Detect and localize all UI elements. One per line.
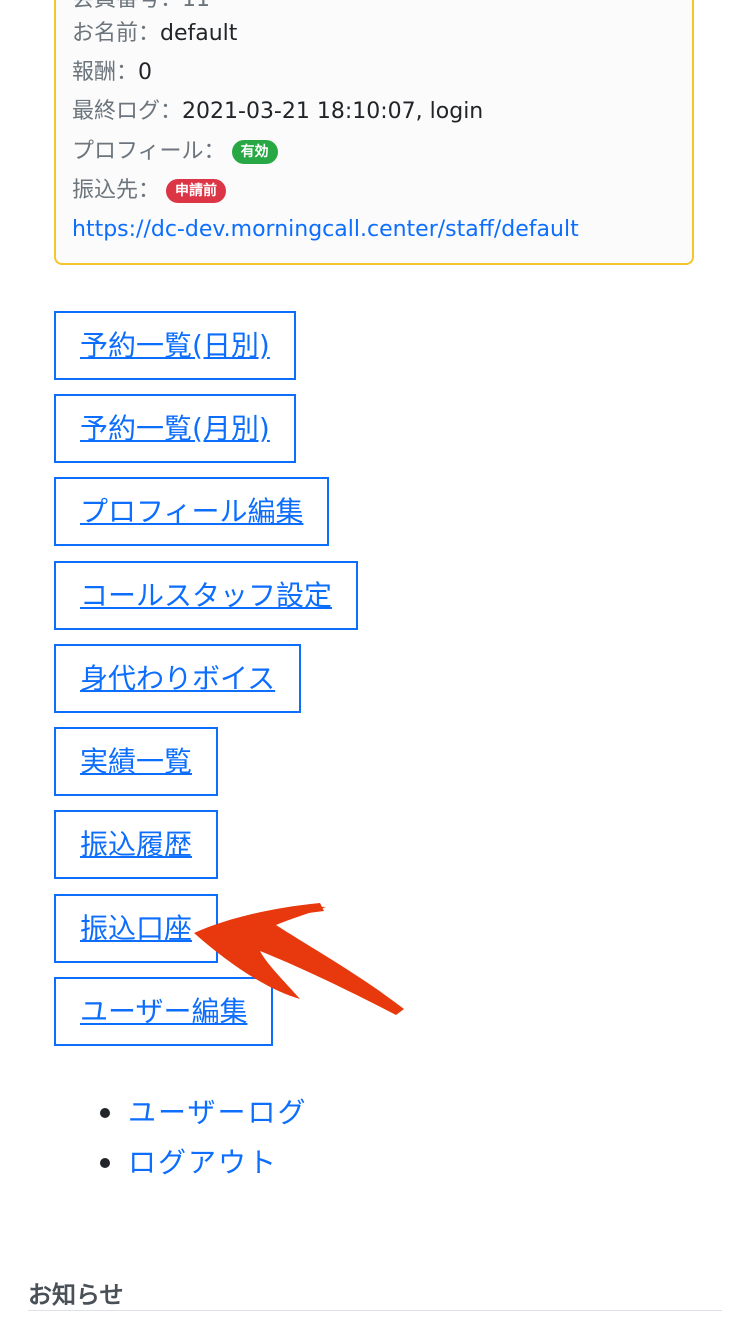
profile-row: プロフィール： 有効 [72, 136, 278, 168]
reward-row: 報酬：0 [72, 57, 152, 89]
staff-url-row: https://dc-dev.morningcall.center/staff/… [72, 214, 579, 246]
last-log-label: 最終ログ： [72, 99, 183, 124]
edit-profile-button[interactable]: プロフィール編集 [54, 477, 330, 546]
transfer-history-button[interactable]: 振込履歴 [54, 810, 219, 879]
staff-page: 会員番号：11 お名前：default 報酬：0 最終ログ：2021-03-21… [0, 0, 750, 1334]
user-log-link[interactable]: ユーザーログ [128, 1096, 307, 1129]
reservations-monthly-button[interactable]: 予約一覧(月別) [54, 394, 296, 463]
name-value: default [160, 21, 238, 46]
member-number-row: 会員番号：11 [72, 0, 210, 16]
member-number-text: 会員番号：11 [72, 0, 210, 12]
bullet-icon [100, 1108, 110, 1118]
divider [28, 1310, 722, 1311]
transfer-label: 振込先： [72, 178, 161, 203]
staff-info-card: 会員番号：11 お名前：default 報酬：0 最終ログ：2021-03-21… [54, 0, 694, 265]
transfer-status-badge: 申請前 [166, 179, 227, 203]
reward-label: 報酬： [72, 60, 139, 85]
profile-label: プロフィール： [72, 139, 226, 164]
footer-links: ユーザーログ ログアウト [100, 1090, 307, 1190]
reservations-daily-button[interactable]: 予約一覧(日別) [54, 311, 296, 380]
call-staff-settings-button[interactable]: コールスタッフ設定 [54, 561, 359, 630]
logout-link[interactable]: ログアウト [128, 1146, 278, 1179]
list-item: ログアウト [100, 1140, 307, 1190]
reward-value: 0 [138, 60, 153, 85]
name-row: お名前：default [72, 18, 237, 50]
results-list-button[interactable]: 実績一覧 [54, 727, 219, 796]
staff-url-link[interactable]: https://dc-dev.morningcall.center/staff/… [72, 217, 579, 242]
red-arrow-icon [194, 903, 404, 1015]
profile-status-badge: 有効 [231, 140, 278, 164]
last-log-row: 最終ログ：2021-03-21 18:10:07, login [72, 96, 483, 128]
last-log-value: 2021-03-21 18:10:07, login [182, 99, 484, 124]
transfer-row: 振込先： 申請前 [72, 175, 227, 207]
notice-title: お知らせ [28, 1281, 124, 1309]
bullet-icon [100, 1158, 110, 1168]
voice-substitute-button[interactable]: 身代わりボイス [54, 644, 302, 713]
list-item: ユーザーログ [100, 1090, 307, 1140]
name-label: お名前： [72, 21, 161, 46]
